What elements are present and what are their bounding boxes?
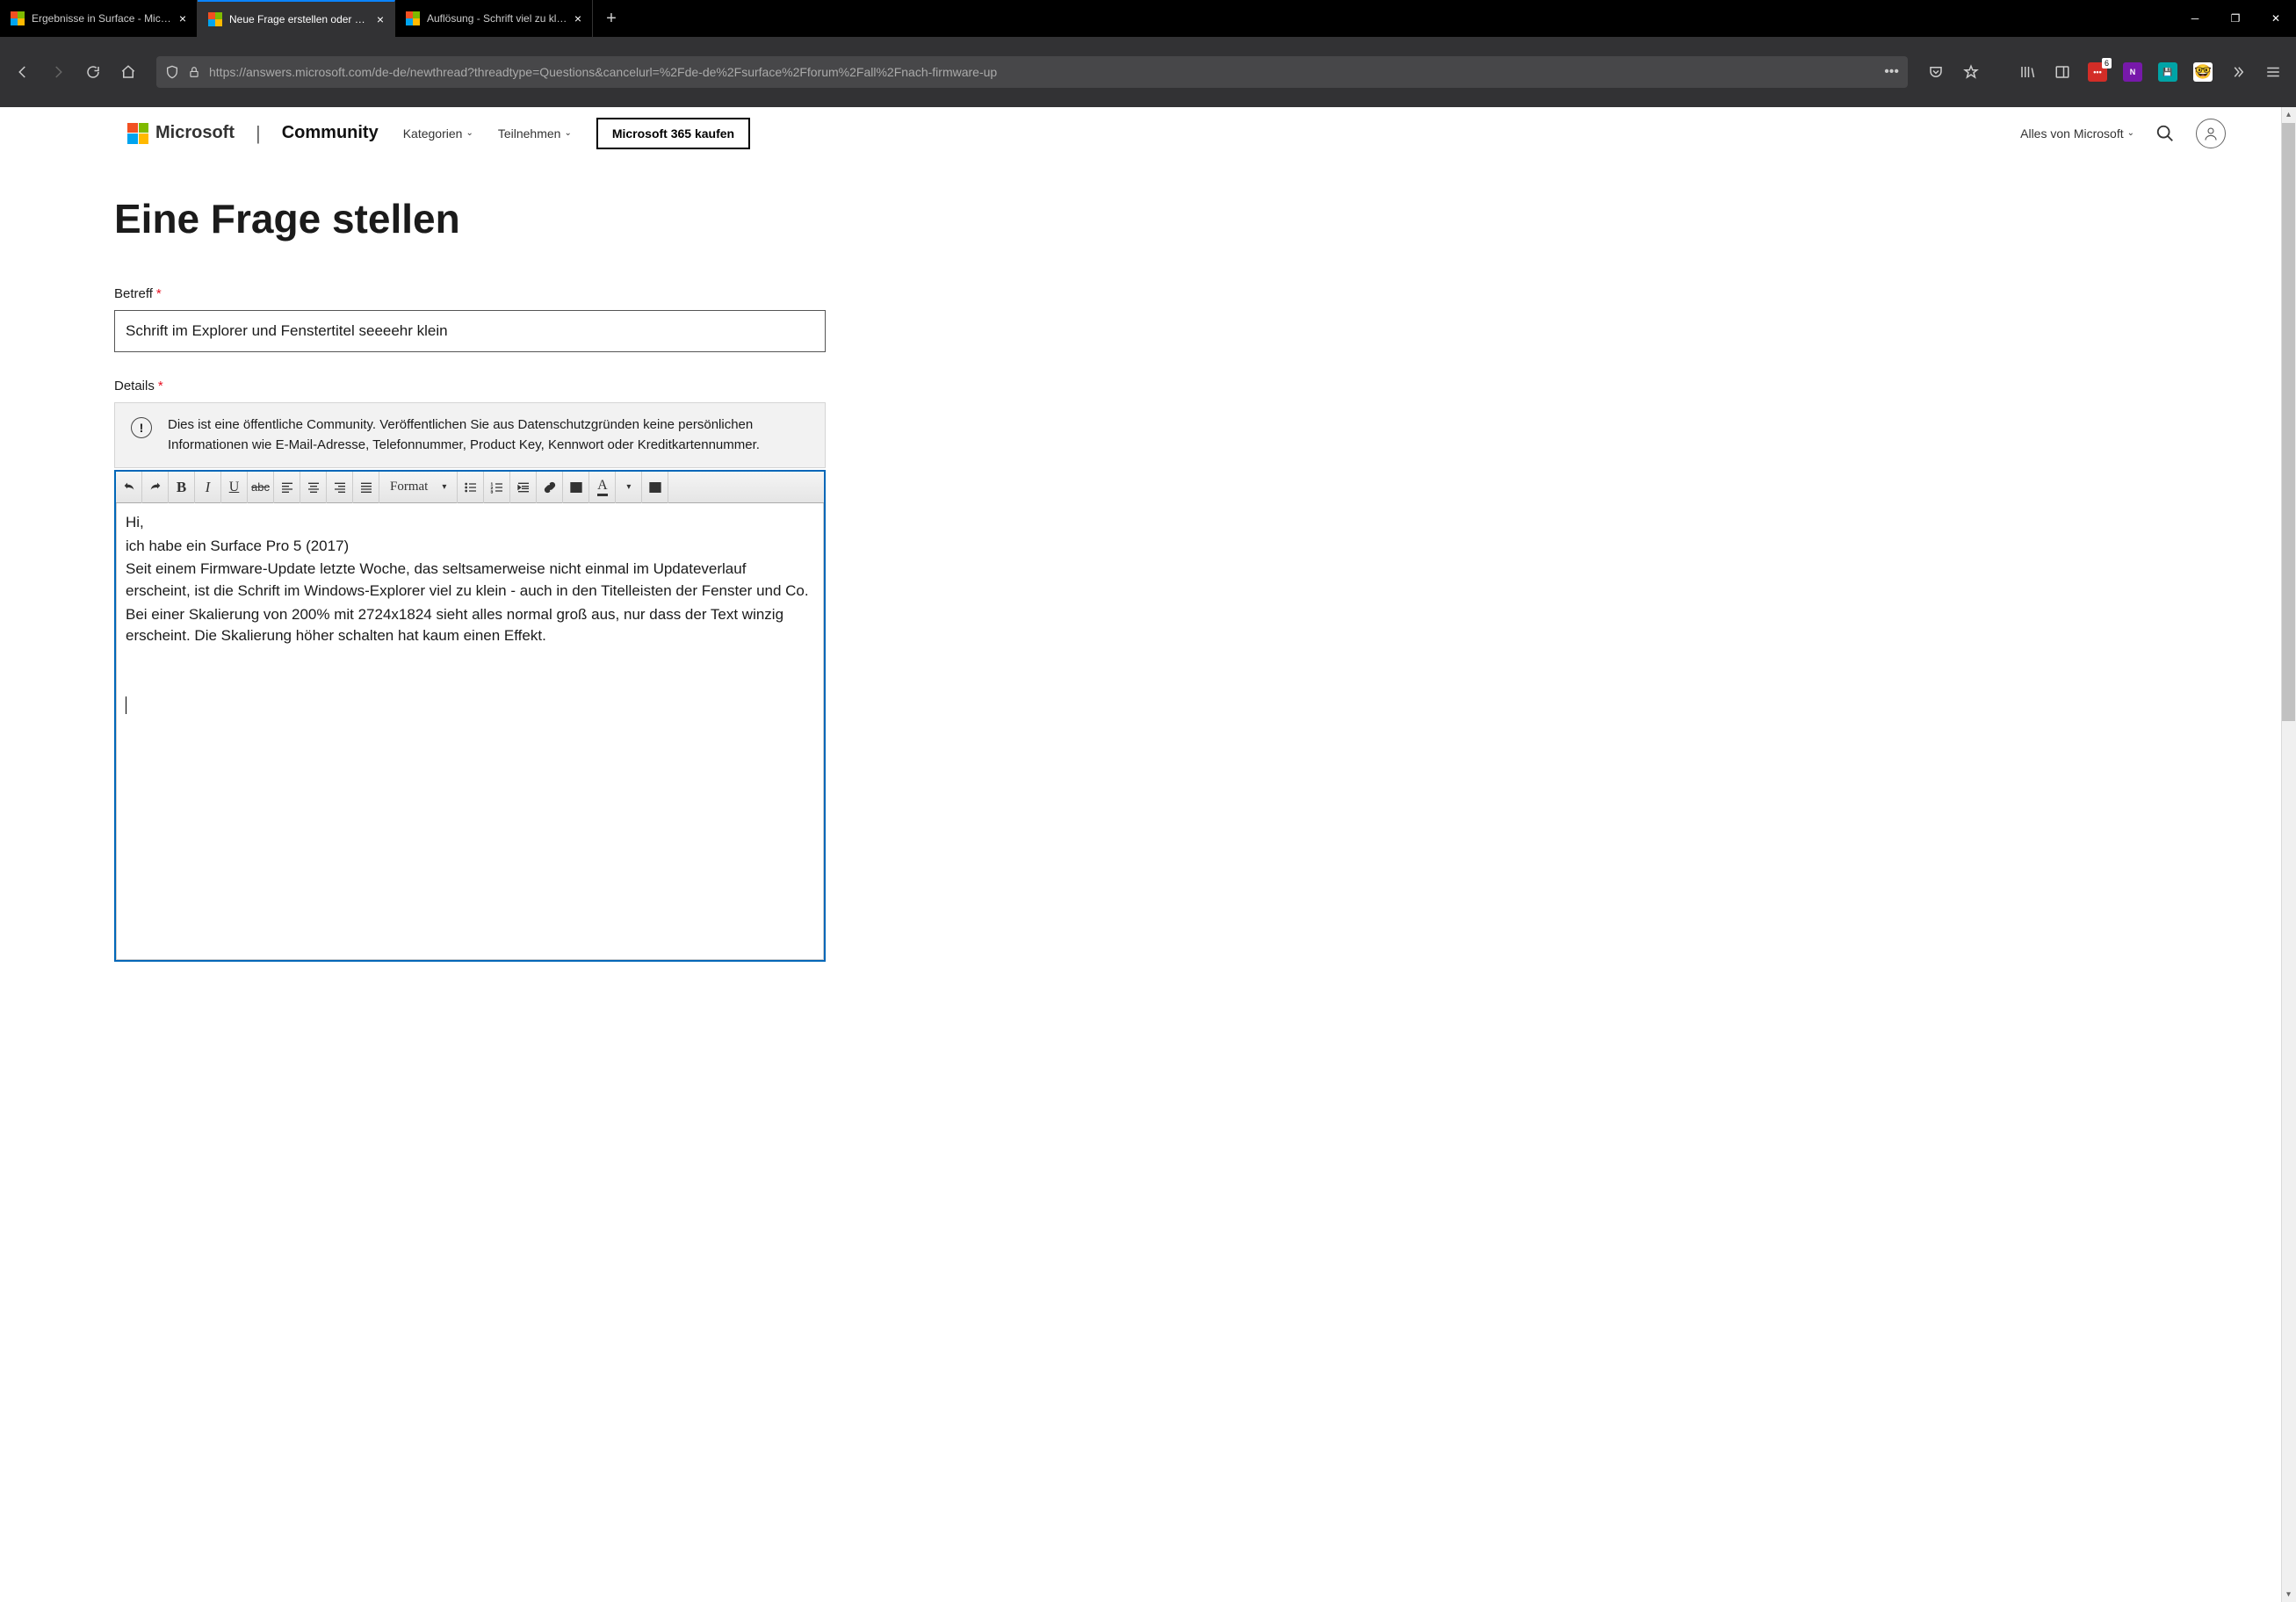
link-button[interactable] (537, 472, 563, 503)
offline-icon[interactable]: 🤓 (2187, 56, 2219, 88)
scroll-up-icon[interactable]: ▴ (2281, 107, 2296, 122)
tab-results[interactable]: Ergebnisse in Surface - Microsoft Commun… (0, 0, 198, 37)
divider: | (256, 122, 261, 145)
home-button[interactable] (112, 56, 144, 88)
onenote-icon[interactable]: N (2117, 56, 2148, 88)
text-color-button[interactable]: A (589, 472, 616, 503)
body-line: ich habe ein Surface Pro 5 (2017) (126, 536, 814, 558)
site-header: Microsoft | Community Kategorien⌄ Teilne… (0, 107, 2296, 160)
close-icon[interactable]: × (377, 12, 384, 26)
editor-textarea[interactable]: Hi, ich habe ein Surface Pro 5 (2017) Se… (116, 503, 824, 960)
tab-new-question[interactable]: Neue Frage erstellen oder Diskussion sta… (198, 0, 395, 37)
browser-chrome: Ergebnisse in Surface - Microsoft Commun… (0, 0, 2296, 107)
url-bar[interactable]: ••• (156, 56, 1908, 88)
chevron-down-icon: ⌄ (2127, 128, 2134, 138)
url-input[interactable] (209, 65, 1875, 79)
italic-button[interactable]: I (195, 472, 221, 503)
bold-button[interactable]: B (169, 472, 195, 503)
sidebar-icon[interactable] (2047, 56, 2078, 88)
close-icon[interactable]: × (574, 11, 581, 25)
svg-text:3: 3 (491, 489, 494, 494)
subject-input[interactable] (114, 310, 826, 352)
nav-label: Alles von Microsoft (2020, 126, 2123, 141)
close-icon[interactable]: × (179, 11, 186, 25)
subject-label: Betreff* (114, 286, 826, 301)
pocket-icon[interactable] (1920, 56, 1952, 88)
categories-menu[interactable]: Kategorien⌄ (403, 126, 473, 141)
undo-button[interactable] (116, 472, 142, 503)
ms-favicon (208, 12, 222, 26)
tab-title: Neue Frage erstellen oder Diskussion sta… (229, 13, 370, 25)
scrollbar[interactable]: ▴ ▾ (2281, 107, 2296, 1602)
close-button[interactable]: ✕ (2256, 0, 2296, 37)
underline-button[interactable]: U (221, 472, 248, 503)
menu-icon[interactable] (2257, 56, 2289, 88)
more-icon[interactable]: ••• (1884, 64, 1899, 80)
community-link[interactable]: Community (282, 123, 379, 143)
rich-text-editor: B I U abc Format▾ 123 A ▾ Hi, ich (114, 470, 826, 962)
tab-bar: Ergebnisse in Surface - Microsoft Commun… (0, 0, 2296, 37)
format-dropdown[interactable]: Format▾ (379, 472, 458, 503)
strike-button[interactable]: abc (248, 472, 274, 503)
microsoft-logo[interactable]: Microsoft (127, 123, 235, 144)
color-dropdown[interactable]: ▾ (616, 472, 642, 503)
align-right-button[interactable] (327, 472, 353, 503)
all-microsoft-menu[interactable]: Alles von Microsoft ⌄ (2020, 126, 2134, 141)
bookmark-icon[interactable] (1955, 56, 1987, 88)
account-button[interactable] (2196, 119, 2226, 148)
details-label: Details* (114, 379, 826, 393)
back-button[interactable] (7, 56, 39, 88)
buy-m365-button[interactable]: Microsoft 365 kaufen (596, 118, 750, 149)
indent-button[interactable] (510, 472, 537, 503)
brand-label: Microsoft (155, 123, 235, 143)
body-line: Seit einem Firmware-Update letzte Woche,… (126, 559, 814, 602)
search-icon[interactable] (2155, 124, 2175, 143)
align-left-button[interactable] (274, 472, 300, 503)
page-body: Microsoft | Community Kategorien⌄ Teilne… (0, 107, 2296, 1602)
redo-button[interactable] (142, 472, 169, 503)
body-line: Hi, (126, 512, 814, 534)
tab-resolution[interactable]: Auflösung - Schrift viel zu klein - Micr… (395, 0, 593, 37)
page-title: Eine Frage stellen (114, 195, 826, 242)
save-icon[interactable]: 💾 (2152, 56, 2184, 88)
forward-button[interactable] (42, 56, 74, 88)
participate-menu[interactable]: Teilnehmen⌄ (498, 126, 572, 141)
new-tab-button[interactable]: + (593, 9, 630, 29)
nav-label: Teilnehmen (498, 126, 561, 141)
format-label: Format (390, 480, 428, 494)
library-icon[interactable] (2011, 56, 2043, 88)
tab-title: Ergebnisse in Surface - Microsoft Commun… (32, 12, 172, 25)
chevron-down-icon: ⌄ (466, 128, 473, 138)
lastpass-icon[interactable]: •••6 (2082, 56, 2113, 88)
info-icon: ! (131, 417, 152, 438)
number-list-button[interactable]: 123 (484, 472, 510, 503)
align-center-button[interactable] (300, 472, 327, 503)
table-button[interactable] (642, 472, 668, 503)
reload-button[interactable] (77, 56, 109, 88)
editor-toolbar: B I U abc Format▾ 123 A ▾ (116, 472, 824, 503)
overflow-icon[interactable] (2222, 56, 2254, 88)
privacy-notice: ! Dies ist eine öffentliche Community. V… (114, 402, 826, 468)
badge-count: 6 (2102, 58, 2112, 69)
main-content: Eine Frage stellen Betreff* Details* ! D… (0, 160, 896, 997)
chevron-down-icon: ⌄ (564, 128, 571, 138)
nav-label: Kategorien (403, 126, 463, 141)
minimize-button[interactable]: ─ (2175, 0, 2215, 37)
body-line: Bei einer Skalierung von 200% mit 2724x1… (126, 604, 814, 647)
ms-logo-icon (127, 123, 148, 144)
ms-favicon (406, 11, 420, 25)
align-justify-button[interactable] (353, 472, 379, 503)
maximize-button[interactable]: ❐ (2215, 0, 2256, 37)
scroll-down-icon[interactable]: ▾ (2281, 1587, 2296, 1602)
lock-icon[interactable] (188, 66, 200, 78)
tab-title: Auflösung - Schrift viel zu klein - Micr… (427, 12, 567, 25)
ms-favicon (11, 11, 25, 25)
address-bar: ••• •••6 N 💾 🤓 (0, 37, 2296, 107)
image-button[interactable] (563, 472, 589, 503)
window-controls: ─ ❐ ✕ (2175, 0, 2296, 37)
shield-icon[interactable] (165, 65, 179, 79)
bullet-list-button[interactable] (458, 472, 484, 503)
notice-text: Dies ist eine öffentliche Community. Ver… (168, 415, 809, 455)
scrollbar-thumb[interactable] (2282, 123, 2295, 721)
